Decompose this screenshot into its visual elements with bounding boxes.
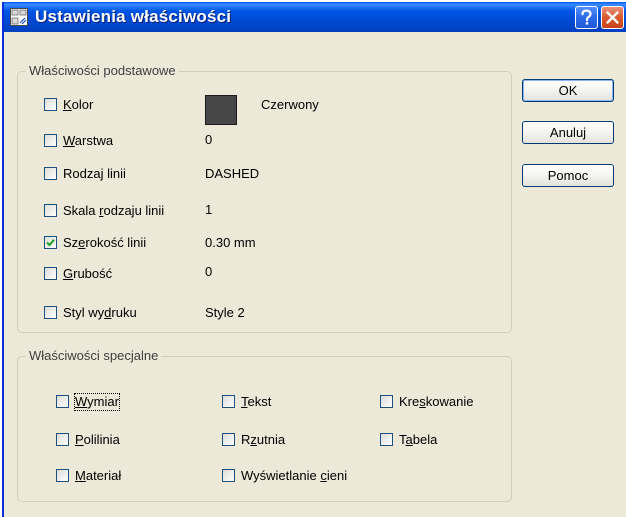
label-accelerator: a (405, 432, 413, 447)
checkbox-unchecked[interactable] (380, 395, 393, 408)
label-accelerator: G (63, 266, 74, 281)
label-text: olilinia (83, 432, 120, 447)
label-text: odzaju linii (103, 203, 165, 218)
question-icon (581, 9, 592, 25)
checkbox-label: Rzutnia (241, 432, 285, 448)
checkbox-label: Skala rodzaju linii (63, 203, 164, 219)
checkbox-label: Kolor (63, 97, 93, 113)
checkbox-label: Szerokość linii (63, 235, 146, 251)
label-text: ateriał (85, 468, 122, 483)
checkbox-label: Warstwa (63, 133, 113, 149)
checkbox-unchecked[interactable] (44, 267, 57, 280)
label-accelerator: M (75, 468, 86, 483)
window-title: Ustawienia właściwości (35, 7, 232, 26)
value-rodzaj-linii: DASHED (205, 166, 260, 181)
special-properties-legend: Właściwości specjalne (26, 348, 162, 364)
label-text: utnia (256, 432, 286, 447)
close-title-button[interactable] (601, 6, 624, 29)
label-accelerator: W (75, 394, 88, 409)
value-grubosc: 0 (205, 264, 213, 279)
checkbox-label: Polilinia (75, 432, 120, 448)
close-icon (606, 11, 619, 24)
value-skala-rodzaju-linii: 1 (205, 202, 213, 217)
checkbox-label: Kreskowanie (399, 394, 473, 410)
help-title-button[interactable] (575, 6, 598, 29)
label-text: ekst (247, 394, 272, 409)
value-warstwa: 0 (205, 132, 213, 147)
checkbox-unchecked[interactable] (44, 167, 57, 180)
label-text: kowanie (425, 394, 474, 409)
checkbox-label: Grubość (63, 266, 112, 282)
checkmark-icon (46, 239, 55, 247)
checkbox-label: Styl wydruku (63, 305, 137, 321)
value-szerokosc-linii: 0.30 mm (205, 235, 256, 250)
label-text: rokość linii (85, 235, 147, 250)
label-text: arstwa (74, 133, 114, 148)
label-text: ymiar (87, 394, 119, 409)
label-text: bela (412, 432, 438, 447)
label-text: ruku (111, 305, 137, 320)
checkbox-label: Rodzaj linii (63, 166, 126, 182)
cancel-button[interactable]: Anuluj (522, 121, 614, 144)
help-button[interactable]: Pomoc (522, 164, 614, 187)
checkbox-unchecked[interactable] (222, 433, 235, 446)
checkbox-unchecked[interactable] (44, 134, 57, 147)
label-text: Wyświetlanie (241, 468, 321, 483)
label-text: Sz (63, 235, 79, 250)
label-text: rubość (73, 266, 113, 281)
checkbox-unchecked[interactable] (44, 98, 57, 111)
checkbox-unchecked[interactable] (56, 433, 69, 446)
label-accelerator: W (63, 133, 75, 148)
checkbox-unchecked[interactable] (222, 469, 235, 482)
checkbox-unchecked[interactable] (44, 204, 57, 217)
checkbox-unchecked[interactable] (44, 306, 57, 319)
label-text: Kre (399, 394, 420, 409)
title-bar[interactable]: Ustawienia właściwości (4, 2, 626, 32)
color-swatch (205, 95, 237, 125)
checkbox-unchecked[interactable] (56, 395, 69, 408)
ok-button[interactable]: OK (522, 79, 614, 102)
properties-dialog: Ustawienia właściwości Właściwości podst… (2, 2, 626, 517)
label-text: R (241, 432, 251, 447)
label-accelerator: K (63, 97, 72, 112)
checkbox-label: Materiał (75, 468, 121, 484)
label-text: Rodzaj linii (63, 166, 126, 181)
checkbox-unchecked[interactable] (56, 469, 69, 482)
value-styl-wydruku: Style 2 (205, 305, 245, 320)
checkbox-checked[interactable] (44, 236, 57, 249)
settings-dialog-icon (10, 8, 28, 26)
checkbox-unchecked[interactable] (380, 433, 393, 446)
basic-properties-legend: Właściwości podstawowe (26, 63, 179, 79)
label-text: olor (71, 97, 94, 112)
label-accelerator: P (75, 432, 84, 447)
checkbox-label: Wyświetlanie cieni (241, 468, 347, 484)
checkbox-label: Wymiar (74, 393, 120, 411)
label-text: ieni (326, 468, 348, 483)
label-text: Skala (63, 203, 100, 218)
value-kolor: Czerwony (261, 97, 319, 112)
label-text: Styl wy (63, 305, 105, 320)
checkbox-label: Tabela (399, 432, 437, 448)
checkbox-unchecked[interactable] (222, 395, 235, 408)
checkbox-label: Tekst (241, 394, 271, 410)
